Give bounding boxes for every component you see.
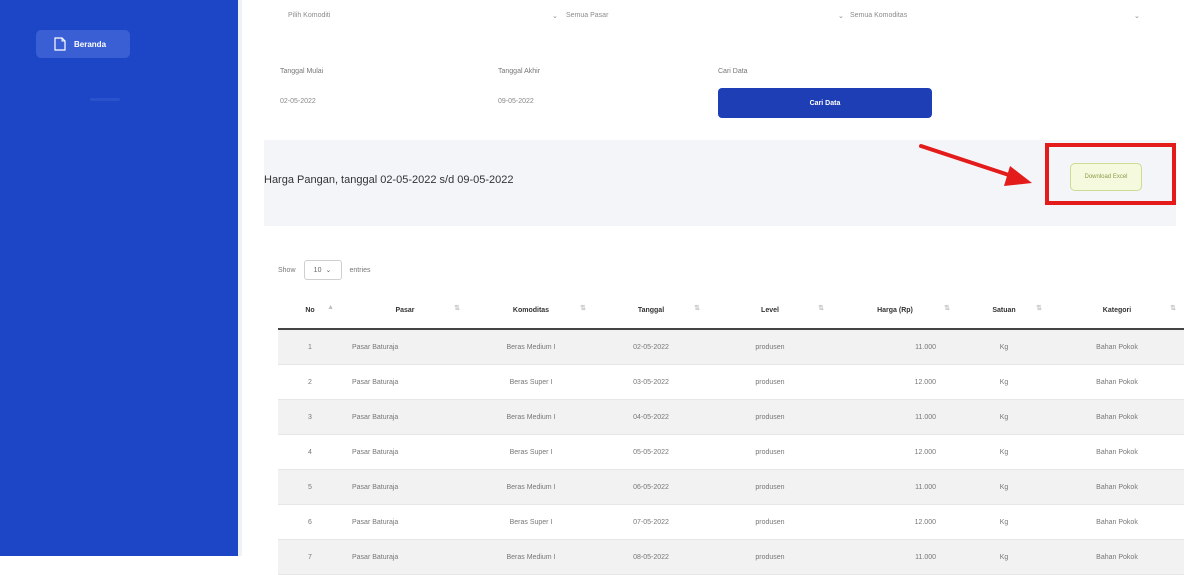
show-entries-control: Show 10 ⌄ entries bbox=[278, 260, 371, 280]
column-header-kategori[interactable]: Kategori ⇅ bbox=[1050, 292, 1184, 330]
filter-row: Pilih Komoditi ⌄ Semua Pasar ⌄ Semua Kom… bbox=[272, 6, 1172, 26]
end-date-input[interactable]: 09-05-2022 bbox=[498, 98, 534, 105]
filter-pasar-select[interactable]: Pilih Komoditi bbox=[288, 12, 330, 19]
table-row: 1 Pasar Baturaja Beras Medium I 02-05-20… bbox=[278, 329, 1184, 365]
start-date-input[interactable]: 02-05-2022 bbox=[280, 98, 316, 105]
table-row: 3 Pasar Baturaja Beras Medium I 04-05-20… bbox=[278, 399, 1184, 435]
filter-jenis-chevron-icon[interactable]: ⌄ bbox=[1134, 12, 1140, 20]
show-entries-value: 10 bbox=[313, 266, 322, 274]
result-title: Harga Pangan, tanggal 02-05-2022 s/d 09-… bbox=[264, 174, 514, 186]
filter-jenis-select[interactable]: Semua Komoditas bbox=[850, 12, 907, 19]
highlight-box bbox=[1045, 143, 1176, 205]
sidebar: Beranda bbox=[0, 0, 238, 556]
sort-icon: ⇅ bbox=[944, 305, 950, 312]
search-label: Cari Data bbox=[718, 68, 748, 75]
column-header-no[interactable]: No ▲ bbox=[278, 292, 342, 330]
table-header-row: No ▲ Pasar ⇅ Komoditas ⇅ Tanggal ⇅ Level ⇅ Ha… bbox=[278, 292, 1184, 330]
result-header: Harga Pangan, tanggal 02-05-2022 s/d 09-… bbox=[264, 140, 1176, 226]
filter-komoditi-select[interactable]: Semua Pasar bbox=[566, 12, 608, 19]
sidebar-divider bbox=[90, 98, 120, 101]
table-row: 2 Pasar Baturaja Beras Super I 03-05-202… bbox=[278, 364, 1184, 400]
entries-label: entries bbox=[349, 266, 371, 274]
sidebar-item-beranda[interactable]: Beranda bbox=[36, 30, 130, 58]
column-header-level[interactable]: Level ⇅ bbox=[708, 292, 832, 330]
column-header-harga[interactable]: Harga (Rp) ⇅ bbox=[832, 292, 958, 330]
sort-icon: ⇅ bbox=[818, 305, 824, 312]
main-content: Pilih Komoditi ⌄ Semua Pasar ⌄ Semua Kom… bbox=[238, 0, 1201, 575]
sort-icon: ⇅ bbox=[1036, 305, 1042, 312]
start-date-label: Tanggal Mulai bbox=[280, 68, 324, 75]
sort-icon: ⇅ bbox=[694, 305, 700, 312]
column-header-satuan[interactable]: Satuan ⇅ bbox=[958, 292, 1050, 330]
show-entries-select[interactable]: 10 ⌄ bbox=[303, 260, 342, 280]
show-label: Show bbox=[278, 266, 296, 274]
table-row: 5 Pasar Baturaja Beras Medium I 06-05-20… bbox=[278, 469, 1184, 505]
chevron-down-icon: ⌄ bbox=[325, 267, 332, 274]
table-row: 4 Pasar Baturaja Beras Super I 05-05-202… bbox=[278, 434, 1184, 470]
filter-komoditi-chevron-icon[interactable]: ⌄ bbox=[838, 12, 844, 20]
end-date-label: Tanggal Akhir bbox=[498, 68, 541, 75]
document-icon bbox=[54, 37, 66, 51]
sort-icon: ⇅ bbox=[580, 305, 586, 312]
data-table: No ▲ Pasar ⇅ Komoditas ⇅ Tanggal ⇅ Level ⇅ Ha… bbox=[278, 292, 1184, 575]
filter-pasar-chevron-icon[interactable]: ⌄ bbox=[552, 12, 558, 20]
search-button[interactable]: Cari Data bbox=[718, 88, 932, 118]
column-header-pasar[interactable]: Pasar ⇅ bbox=[342, 292, 468, 330]
column-header-tanggal[interactable]: Tanggal ⇅ bbox=[594, 292, 708, 330]
table-row: 6 Pasar Baturaja Beras Super I 07-05-202… bbox=[278, 504, 1184, 540]
sort-icon: ⇅ bbox=[1170, 305, 1176, 312]
sort-icon: ▲ bbox=[327, 304, 334, 311]
column-header-komoditas[interactable]: Komoditas ⇅ bbox=[468, 292, 594, 330]
sidebar-item-label: Beranda bbox=[74, 39, 107, 49]
sort-icon: ⇅ bbox=[454, 305, 460, 312]
table-row: 7 Pasar Baturaja Beras Medium I 08-05-20… bbox=[278, 539, 1184, 575]
